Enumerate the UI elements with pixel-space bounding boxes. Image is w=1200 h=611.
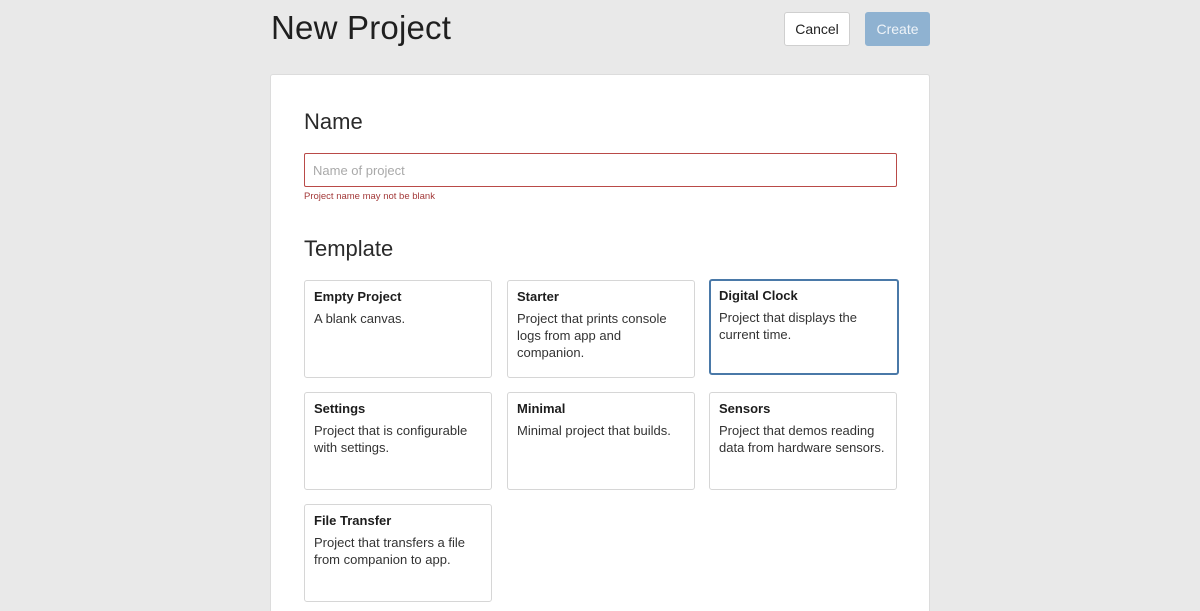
name-error-message: Project name may not be blank: [304, 191, 435, 202]
template-name: Starter: [517, 289, 559, 304]
template-tile-file-transfer[interactable]: File Transfer Project that transfers a f…: [304, 504, 492, 602]
template-name: File Transfer: [314, 513, 392, 528]
template-tile-starter[interactable]: Starter Project that prints console logs…: [507, 280, 695, 378]
template-tile-settings[interactable]: Settings Project that is configurable wi…: [304, 392, 492, 490]
template-name: Settings: [314, 401, 366, 416]
new-project-page: New Project Cancel Create Name Project n…: [0, 0, 1200, 611]
template-section-title: Template: [304, 236, 394, 261]
template-name: Digital Clock: [719, 288, 798, 303]
page-header: New Project Cancel Create: [271, 0, 930, 60]
project-name-input[interactable]: [304, 153, 897, 187]
template-name: Sensors: [719, 401, 771, 416]
template-tile-minimal[interactable]: Minimal Minimal project that builds.: [507, 392, 695, 490]
template-description: Project that displays the current time.: [719, 310, 858, 342]
template-description: Project that demos reading data from har…: [719, 423, 885, 455]
page-title: New Project: [271, 9, 452, 46]
create-button[interactable]: Create: [865, 12, 930, 46]
template-description: Project that transfers a file from compa…: [314, 535, 466, 567]
template-description: Minimal project that builds.: [517, 423, 671, 438]
template-tile-sensors[interactable]: Sensors Project that demos reading data …: [709, 392, 897, 490]
template-name: Minimal: [517, 401, 566, 416]
name-section-title: Name: [304, 109, 363, 134]
template-description: A blank canvas.: [314, 311, 406, 326]
template-tile-empty-project[interactable]: Empty Project A blank canvas.: [304, 280, 492, 378]
template-name: Empty Project: [314, 289, 402, 304]
project-form-card: Name Project name may not be blank Templ…: [270, 74, 930, 611]
template-description: Project that prints console logs from ap…: [517, 311, 667, 360]
cancel-button[interactable]: Cancel: [784, 12, 850, 46]
template-tile-digital-clock[interactable]: Digital Clock Project that displays the …: [709, 279, 899, 375]
template-description: Project that is configurable with settin…: [314, 423, 468, 455]
